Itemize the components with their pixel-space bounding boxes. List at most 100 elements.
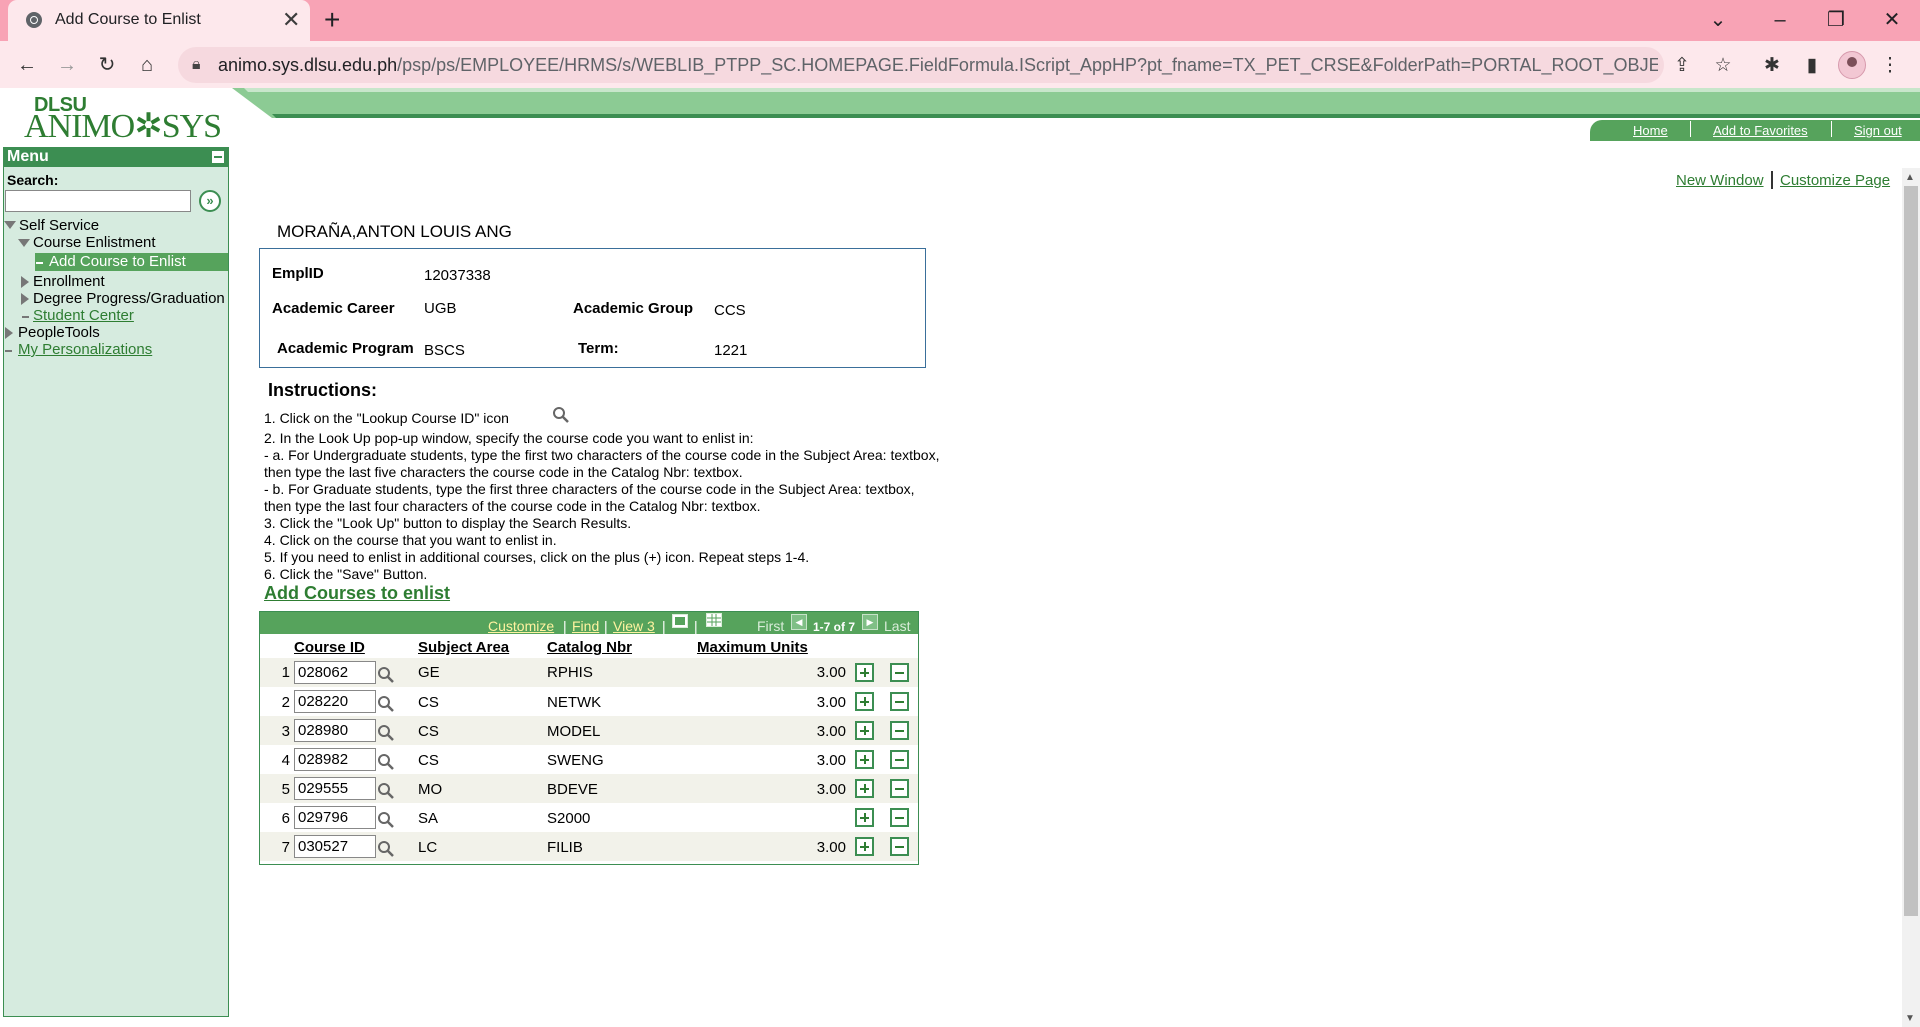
url-text[interactable]: animo.sys.dlsu.edu.ph/psp/ps/EMPLOYEE/HR… <box>218 55 1658 76</box>
minimize-icon[interactable]: – <box>1752 0 1808 41</box>
close-tab-icon[interactable]: ✕ <box>282 9 300 31</box>
lookup-course-id-icon[interactable] <box>377 695 395 713</box>
home-icon[interactable]: ⌂ <box>130 48 164 82</box>
share-icon[interactable]: ⇪ <box>1668 52 1696 80</box>
link-separator <box>1771 171 1773 189</box>
search-go-icon[interactable]: » <box>199 190 221 212</box>
add-row-plus-icon[interactable] <box>855 750 874 769</box>
extensions-icon[interactable]: ✱ <box>1758 52 1786 80</box>
menu-item-degree-progress[interactable]: Degree Progress/Graduation <box>33 290 225 307</box>
more-menu-icon[interactable]: ⋮ <box>1876 52 1904 80</box>
add-row-plus-icon[interactable] <box>855 808 874 827</box>
grid-separator: | <box>563 618 567 634</box>
course-id-input[interactable] <box>294 719 376 742</box>
add-row-plus-icon[interactable] <box>855 779 874 798</box>
menu-item-enrollment[interactable]: Enrollment <box>33 273 105 290</box>
col-header-subject-area[interactable]: Subject Area <box>418 639 509 656</box>
tab-search-icon[interactable]: ⌄ <box>1690 0 1746 41</box>
delete-row-minus-icon[interactable] <box>890 837 909 856</box>
menu-item-peopletools[interactable]: PeopleTools <box>18 324 100 341</box>
course-id-input[interactable] <box>294 690 376 713</box>
add-row-plus-icon[interactable] <box>855 663 874 682</box>
menu-item-course-enlistment[interactable]: Course Enlistment <box>33 234 156 251</box>
course-id-input[interactable] <box>294 835 376 858</box>
lookup-course-id-icon[interactable] <box>377 840 395 858</box>
course-id-input[interactable] <box>294 661 376 684</box>
row-number: 4 <box>281 752 290 769</box>
download-grid-icon[interactable] <box>706 613 722 627</box>
delete-row-minus-icon[interactable] <box>890 779 909 798</box>
menu-search-input[interactable] <box>5 190 191 212</box>
col-header-catalog-nbr[interactable]: Catalog Nbr <box>547 639 632 656</box>
grid-view-link[interactable]: View 3 <box>613 618 655 634</box>
collapsed-triangle-icon[interactable] <box>5 327 13 339</box>
course-id-input[interactable] <box>294 777 376 800</box>
bookmark-star-icon[interactable]: ☆ <box>1709 52 1737 80</box>
profile-avatar[interactable] <box>1838 51 1866 79</box>
delete-row-minus-icon[interactable] <box>890 750 909 769</box>
expanded-triangle-icon[interactable] <box>18 239 30 247</box>
back-icon[interactable]: ← <box>10 48 44 82</box>
instruction-line: - b. For Graduate students, type the fir… <box>264 481 915 497</box>
side-panel-icon[interactable]: ▮ <box>1798 52 1826 80</box>
prev-arrow-icon[interactable]: ◀ <box>791 614 807 630</box>
new-window-link[interactable]: New Window <box>1676 172 1764 189</box>
academic-program-value: BSCS <box>424 342 465 359</box>
add-row-plus-icon[interactable] <box>855 692 874 711</box>
expanded-triangle-icon[interactable] <box>4 221 16 229</box>
delete-row-minus-icon[interactable] <box>890 808 909 827</box>
delete-row-minus-icon[interactable] <box>890 692 909 711</box>
menu-item-add-course-to-enlist[interactable]: Add Course to Enlist <box>49 253 186 270</box>
delete-row-minus-icon[interactable] <box>890 721 909 740</box>
globe-icon <box>26 12 42 28</box>
menu-item-self-service[interactable]: Self Service <box>19 217 99 234</box>
forward-icon[interactable]: → <box>50 48 84 82</box>
instruction-line: 6. Click the "Save" Button. <box>264 566 428 582</box>
home-link[interactable]: Home <box>1633 123 1668 138</box>
grid-find-link[interactable]: Find <box>572 618 599 634</box>
close-window-icon[interactable]: ✕ <box>1864 0 1920 41</box>
logo-text-main: ANIMO✲SYS <box>24 108 222 145</box>
lookup-course-id-icon[interactable] <box>377 666 395 684</box>
instruction-line: 4. Click on the course that you want to … <box>264 532 557 548</box>
scrollbar-thumb[interactable] <box>1904 186 1918 916</box>
menu-item-student-center[interactable]: Student Center <box>33 307 134 324</box>
new-tab-icon[interactable]: + <box>324 6 340 34</box>
next-arrow-icon[interactable]: ▶ <box>862 614 878 630</box>
collapsed-triangle-icon[interactable] <box>21 276 29 288</box>
max-units-cell: 3.00 <box>816 752 846 769</box>
sign-out-link[interactable]: Sign out <box>1854 123 1902 138</box>
customize-page-link[interactable]: Customize Page <box>1780 172 1890 189</box>
col-header-maximum-units[interactable]: Maximum Units <box>697 639 808 656</box>
grid-customize-link[interactable]: Customize <box>488 618 554 634</box>
instructions-title: Instructions: <box>268 380 378 400</box>
grid-first-label[interactable]: First <box>757 618 784 634</box>
collapsed-triangle-icon[interactable] <box>21 293 29 305</box>
instruction-line: 1. Click on the "Lookup Course ID" icon <box>264 410 509 426</box>
lookup-course-id-icon[interactable] <box>377 782 395 800</box>
collapse-menu-icon[interactable] <box>212 151 224 163</box>
lookup-course-id-icon[interactable] <box>377 724 395 742</box>
restore-icon[interactable]: ❐ <box>1808 0 1864 41</box>
add-row-plus-icon[interactable] <box>855 721 874 740</box>
header-separator <box>1690 121 1691 137</box>
reload-icon[interactable]: ↻ <box>90 48 124 82</box>
course-id-input[interactable] <box>294 748 376 771</box>
course-id-input[interactable] <box>294 806 376 829</box>
lock-icon[interactable]: 🔒︎ <box>192 56 201 74</box>
emplid-label: EmplID <box>272 265 324 282</box>
zoom-grid-icon[interactable] <box>672 614 688 628</box>
scroll-down-icon[interactable]: ▼ <box>1905 1013 1915 1024</box>
lookup-course-id-icon[interactable] <box>377 753 395 771</box>
lookup-course-id-icon[interactable] <box>377 811 395 829</box>
delete-row-minus-icon[interactable] <box>890 663 909 682</box>
subject-area-cell: LC <box>418 839 438 856</box>
subject-area-cell: GE <box>418 664 440 681</box>
scroll-up-icon[interactable]: ▲ <box>1905 172 1915 183</box>
add-to-favorites-link[interactable]: Add to Favorites <box>1713 123 1808 138</box>
add-row-plus-icon[interactable] <box>855 837 874 856</box>
menu-item-my-personalizations[interactable]: My Personalizations <box>18 341 152 358</box>
max-units-cell: 3.00 <box>816 694 846 711</box>
grid-last-label[interactable]: Last <box>884 618 910 634</box>
col-header-course-id[interactable]: Course ID <box>294 639 365 656</box>
